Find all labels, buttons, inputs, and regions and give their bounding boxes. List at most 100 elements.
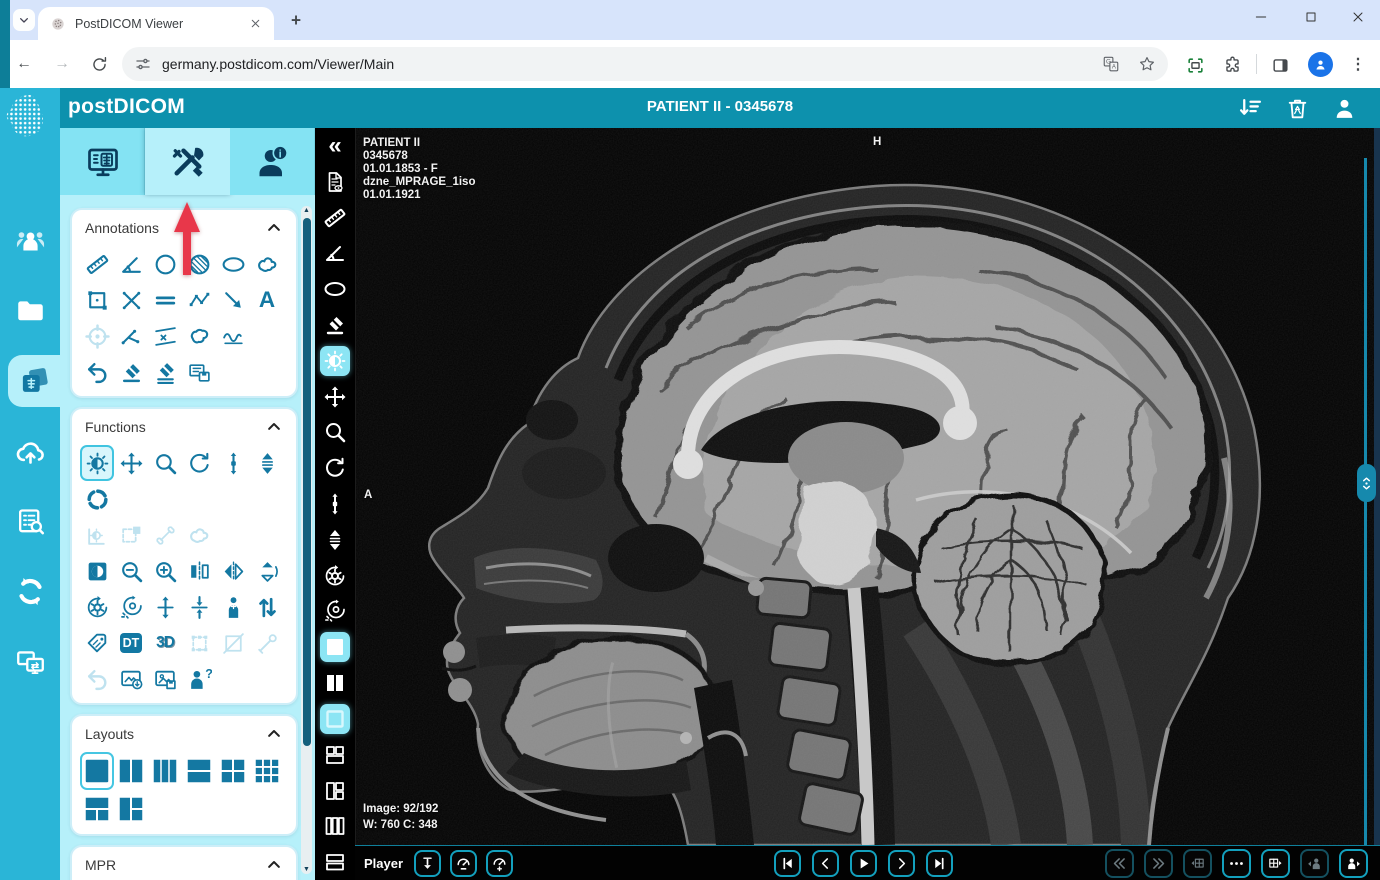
- sidebar-item-cloud-upload[interactable]: [2, 425, 58, 477]
- wave-tool[interactable]: [216, 318, 250, 354]
- sidebar-item-patients[interactable]: [2, 215, 58, 267]
- rotate-tool[interactable]: [182, 445, 216, 481]
- user-question-tool[interactable]: ?: [182, 661, 216, 697]
- bone-tool[interactable]: [148, 517, 182, 553]
- tag-tool[interactable]: [80, 625, 114, 661]
- chevron-up-icon[interactable]: [265, 856, 283, 874]
- extensions-button[interactable]: [1220, 53, 1244, 77]
- patient-orientation-tool[interactable]: [216, 589, 250, 625]
- window-maximize-button[interactable]: [1291, 0, 1331, 34]
- chevron-up-icon[interactable]: [265, 219, 283, 237]
- prev-series-button[interactable]: [1105, 849, 1134, 878]
- next-series-button[interactable]: [1144, 849, 1173, 878]
- layout-1x1-filled-button[interactable]: [315, 629, 355, 665]
- undo-soft-tool[interactable]: [80, 661, 114, 697]
- save-image-tool[interactable]: [148, 661, 182, 697]
- ruler-button[interactable]: [315, 200, 355, 236]
- play-button[interactable]: [850, 850, 877, 877]
- rect-roi-tool[interactable]: [80, 282, 114, 318]
- handles-tool[interactable]: [182, 625, 216, 661]
- sidebar-item-sync[interactable]: [2, 565, 58, 617]
- collapse-left-button[interactable]: «: [315, 128, 355, 164]
- window-close-button[interactable]: [1338, 0, 1378, 34]
- next-patient-button[interactable]: [1339, 849, 1368, 878]
- previous-image-button[interactable]: [812, 850, 839, 877]
- chevron-up-icon[interactable]: [265, 725, 283, 743]
- image-scroll-thumb[interactable]: [1357, 464, 1376, 502]
- grid-next-button[interactable]: [1261, 849, 1290, 878]
- eraser-all-tool[interactable]: [148, 354, 182, 390]
- first-image-button[interactable]: [774, 850, 801, 877]
- freehand-tool[interactable]: [250, 246, 284, 282]
- ellipse-tool[interactable]: [216, 246, 250, 282]
- zoom-out-tool[interactable]: [114, 553, 148, 589]
- export-image-tool[interactable]: [114, 661, 148, 697]
- layout-1x2-filled-button[interactable]: [315, 665, 355, 701]
- layout-2x1-tool[interactable]: [182, 752, 216, 790]
- layout-1t2b-tool[interactable]: [80, 790, 114, 828]
- next-image-button[interactable]: [888, 850, 915, 877]
- expand-vertical-tool[interactable]: [148, 589, 182, 625]
- translate-icon[interactable]: GA: [1102, 55, 1120, 73]
- sidebar-item-image-series[interactable]: [8, 355, 60, 407]
- bookmark-star-icon[interactable]: [1138, 55, 1156, 73]
- layout-1l2r-tool[interactable]: [114, 790, 148, 828]
- profile-avatar[interactable]: [1308, 52, 1333, 77]
- layout-cell-button[interactable]: [315, 701, 355, 737]
- prev-patient-button[interactable]: [1300, 849, 1329, 878]
- angle-tool[interactable]: [114, 246, 148, 282]
- stack-scroll-button[interactable]: [315, 522, 355, 558]
- report-view-button[interactable]: [315, 164, 355, 200]
- zoom-in-tool[interactable]: [148, 553, 182, 589]
- layout-1x3-o-button[interactable]: [315, 808, 355, 844]
- save-annotations-tool[interactable]: [182, 354, 216, 390]
- text-tool[interactable]: A: [250, 282, 284, 318]
- address-bar[interactable]: germany.postdicom.com/Viewer/Main GA: [122, 47, 1168, 81]
- crop-tool[interactable]: [216, 625, 250, 661]
- reset-wl-tool[interactable]: [114, 589, 148, 625]
- speed-down-button[interactable]: [450, 850, 478, 877]
- tab-close-icon[interactable]: [246, 15, 264, 33]
- layout-1x3-tool[interactable]: [148, 752, 182, 790]
- side-panel-button[interactable]: [1268, 53, 1292, 77]
- panel-scrollbar[interactable]: ▲ ▼: [301, 206, 312, 874]
- sidebar-item-folder[interactable]: [2, 285, 58, 337]
- layout-3x3-tool[interactable]: [250, 752, 284, 790]
- scrollbar-thumb[interactable]: [302, 218, 311, 746]
- cine-export-button[interactable]: [414, 850, 442, 877]
- window-level-button[interactable]: [315, 343, 355, 379]
- magnify-button[interactable]: [315, 415, 355, 451]
- localizer-tool[interactable]: [80, 481, 114, 517]
- layout-1t2b-o-button[interactable]: [315, 737, 355, 773]
- reset-wl-button[interactable]: [315, 594, 355, 630]
- layout-1l2r-o-button[interactable]: [315, 773, 355, 809]
- sort-list-button[interactable]: [1236, 94, 1264, 122]
- sidebar-item-worklist-search[interactable]: [2, 495, 58, 547]
- site-settings-icon[interactable]: [134, 55, 152, 73]
- forward-button[interactable]: →: [50, 52, 74, 76]
- grid-prev-button[interactable]: [1183, 849, 1212, 878]
- wl-region-tool[interactable]: [80, 517, 114, 553]
- trash-button[interactable]: [1283, 94, 1311, 122]
- flip-horizontal-tool[interactable]: [182, 553, 216, 589]
- panel-tab-viewer-screen[interactable]: [60, 128, 145, 195]
- eraser-tool[interactable]: [114, 354, 148, 390]
- angle-button[interactable]: [315, 235, 355, 271]
- magnify-tool[interactable]: [148, 445, 182, 481]
- arrow-tool[interactable]: [216, 282, 250, 318]
- pan-button[interactable]: [315, 379, 355, 415]
- window-level-tool[interactable]: [80, 445, 114, 481]
- panel-tab-tools[interactable]: [145, 128, 230, 195]
- back-button[interactable]: ←: [12, 52, 36, 76]
- invert-tool[interactable]: [80, 553, 114, 589]
- cobb-angle-tool[interactable]: [148, 318, 182, 354]
- parallel-lines-tool[interactable]: [148, 282, 182, 318]
- layout-1x1-tool[interactable]: [80, 752, 114, 790]
- panel-tab-patient-info[interactable]: i: [230, 128, 315, 195]
- zoom-region-tool[interactable]: [114, 517, 148, 553]
- three-d-tool[interactable]: 3D: [148, 625, 182, 661]
- browser-tab[interactable]: PostDICOM Viewer: [38, 7, 274, 40]
- ruler-tool[interactable]: [80, 246, 114, 282]
- browser-menu-button[interactable]: ⋮: [1346, 53, 1370, 77]
- reload-button[interactable]: [87, 52, 111, 76]
